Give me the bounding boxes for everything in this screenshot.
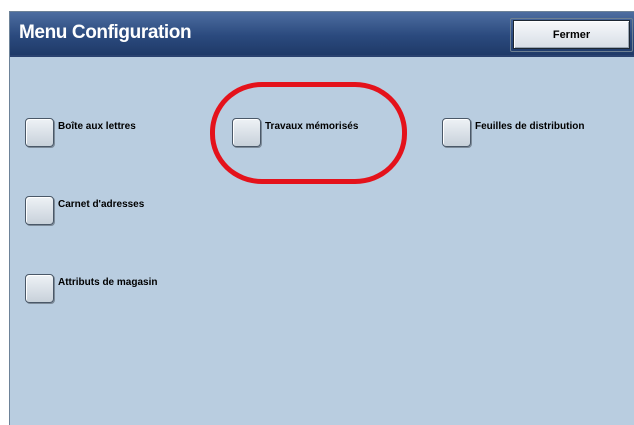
- option-mailbox[interactable]: Boîte aux lettres: [25, 118, 136, 147]
- distribution-sheets-checkbox[interactable]: [442, 118, 471, 147]
- address-book-checkbox[interactable]: [25, 196, 54, 225]
- stored-jobs-label: Travaux mémorisés: [265, 121, 359, 132]
- tray-attributes-label: Attributs de magasin: [58, 277, 158, 288]
- header-bar: Menu Configuration Fermer: [10, 12, 634, 57]
- configuration-panel: Menu Configuration Fermer Boîte aux lett…: [9, 11, 634, 425]
- mailbox-checkbox[interactable]: [25, 118, 54, 147]
- option-stored-jobs[interactable]: Travaux mémorisés: [232, 118, 358, 147]
- tray-attributes-checkbox[interactable]: [25, 274, 54, 303]
- stored-jobs-checkbox[interactable]: [232, 118, 261, 147]
- mailbox-label: Boîte aux lettres: [58, 121, 136, 132]
- option-distribution-sheets[interactable]: Feuilles de distribution: [442, 118, 584, 147]
- option-address-book[interactable]: Carnet d'adresses: [25, 196, 144, 225]
- distribution-sheets-label: Feuilles de distribution: [475, 121, 585, 132]
- option-tray-attributes[interactable]: Attributs de magasin: [25, 274, 157, 303]
- close-button[interactable]: Fermer: [510, 18, 633, 52]
- address-book-label: Carnet d'adresses: [58, 199, 145, 210]
- page-title: Menu Configuration: [19, 22, 192, 43]
